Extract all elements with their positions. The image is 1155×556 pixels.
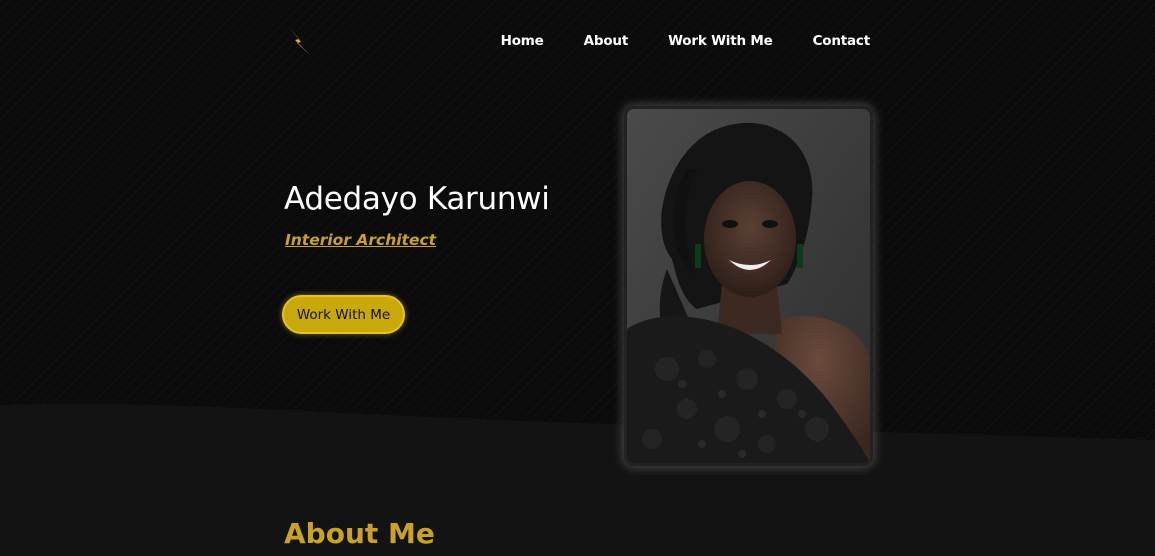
page: Home About Work With Me Contact Adedayo … <box>0 0 1155 556</box>
nav-contact[interactable]: Contact <box>813 33 871 49</box>
nav-home[interactable]: Home <box>501 33 544 49</box>
about-title: About Me <box>284 517 435 550</box>
nav-work-with-me[interactable]: Work With Me <box>668 33 773 49</box>
hero-name: Adedayo Karunwi <box>284 181 550 217</box>
main-nav: Home About Work With Me Contact <box>501 33 871 49</box>
portrait-photo <box>624 106 873 466</box>
nav-about[interactable]: About <box>584 33 629 49</box>
background-wave <box>0 403 1155 556</box>
work-with-me-button[interactable]: Work With Me <box>282 295 405 334</box>
hero-role-link[interactable]: Interior Architect <box>285 231 436 249</box>
lightning-bolt-icon[interactable] <box>286 25 314 57</box>
